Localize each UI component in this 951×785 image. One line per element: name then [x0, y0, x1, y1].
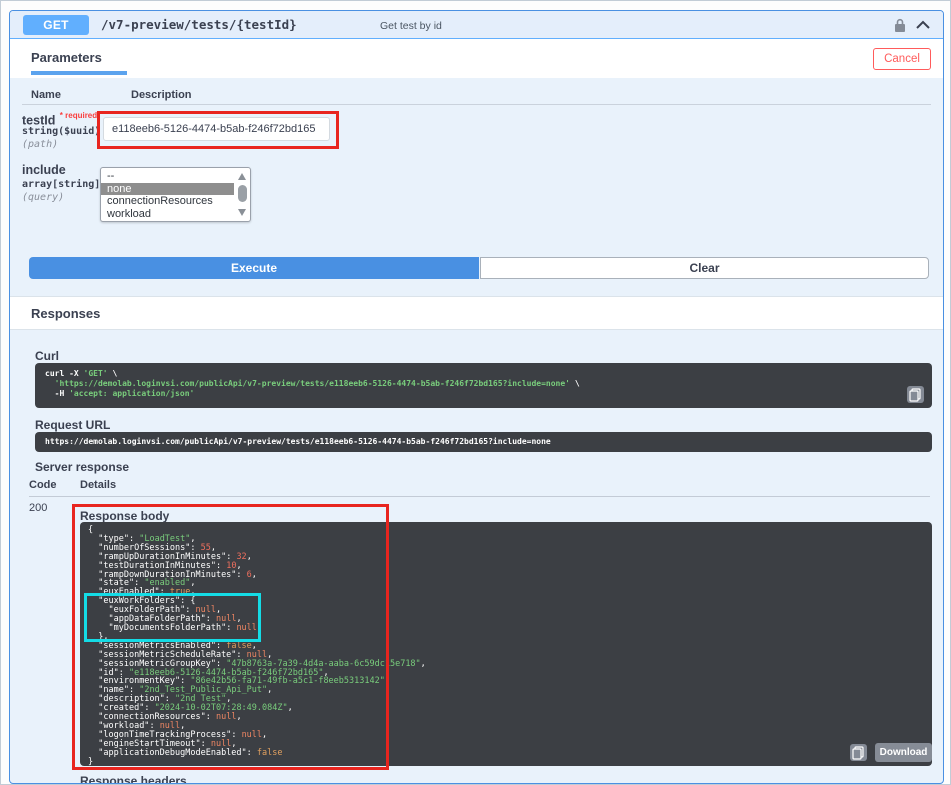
include-options: --noneconnectionResourcesworkloadthresho… [101, 170, 234, 221]
param-include-name: include [22, 163, 66, 177]
http-method-badge[interactable]: GET [23, 15, 89, 35]
curl-command-text: curl -X 'GET' \ 'https://demolab.loginvs… [45, 369, 580, 398]
copy-curl-button[interactable] [907, 386, 924, 403]
response-body-block: { "type": "LoadTest", "numberOfSessions"… [80, 522, 932, 766]
request-url-label: Request URL [35, 418, 111, 432]
server-response-label: Server response [35, 460, 130, 474]
response-headers-label: Response headers [80, 774, 187, 784]
endpoint-summary: Get test by id [380, 20, 442, 32]
copy-response-button[interactable] [850, 744, 867, 761]
include-option[interactable]: -- [101, 170, 234, 183]
responses-section-header: Responses [10, 296, 943, 330]
response-table-divider [29, 496, 930, 497]
request-url-block: https://demolab.loginvsi.com/publicApi/v… [35, 432, 932, 452]
endpoint-path[interactable]: /v7-preview/tests/{testId} [101, 17, 297, 32]
param-testid-location: (path) [22, 139, 59, 150]
status-code: 200 [29, 502, 48, 514]
responses-title: Responses [31, 306, 101, 321]
clear-button[interactable]: Clear [480, 257, 929, 279]
listbox-scrollbar[interactable] [235, 170, 248, 219]
opblock-get: GET /v7-preview/tests/{testId} Get test … [9, 10, 944, 784]
curl-command-block: curl -X 'GET' \ 'https://demolab.loginvs… [35, 363, 932, 408]
details-column-header: Details [80, 479, 117, 491]
collapse-chevron-icon[interactable] [915, 19, 931, 31]
include-option[interactable]: thresholds [101, 220, 234, 221]
param-include-type: array[string] [22, 179, 101, 190]
auth-lock-icon[interactable] [893, 18, 907, 33]
column-header-name: Name [31, 89, 61, 101]
scroll-up-icon[interactable] [238, 173, 246, 180]
tab-active-underline [31, 71, 127, 75]
include-option[interactable]: connectionResources [101, 195, 234, 208]
include-option[interactable]: none [101, 182, 234, 196]
required-marker: * required [59, 111, 98, 120]
response-body-label: Response body [80, 509, 170, 523]
tab-parameters[interactable]: Parameters [31, 50, 102, 65]
cancel-button[interactable]: Cancel [873, 48, 931, 70]
swagger-page: GET /v7-preview/tests/{testId} Get test … [0, 0, 951, 785]
testid-value-input[interactable] [103, 117, 330, 141]
include-option[interactable]: workload [101, 208, 234, 221]
operation-summary-bar[interactable]: GET /v7-preview/tests/{testId} Get test … [10, 11, 943, 39]
param-include-location: (query) [22, 192, 65, 203]
response-body-code: { "type": "LoadTest", "numberOfSessions"… [88, 525, 426, 766]
scroll-down-icon[interactable] [238, 209, 246, 216]
download-button[interactable]: Download [875, 743, 932, 762]
curl-label: Curl [35, 349, 59, 363]
column-header-description: Description [131, 89, 192, 101]
table-header-divider [22, 104, 931, 105]
code-column-header: Code [29, 479, 57, 491]
scroll-thumb[interactable] [238, 185, 247, 202]
parameters-header-row: Parameters Cancel [10, 39, 943, 78]
param-testid-type: string($uuid) [22, 126, 101, 137]
execute-button[interactable]: Execute [29, 257, 479, 279]
include-listbox[interactable]: --noneconnectionResourcesworkloadthresho… [100, 167, 251, 222]
